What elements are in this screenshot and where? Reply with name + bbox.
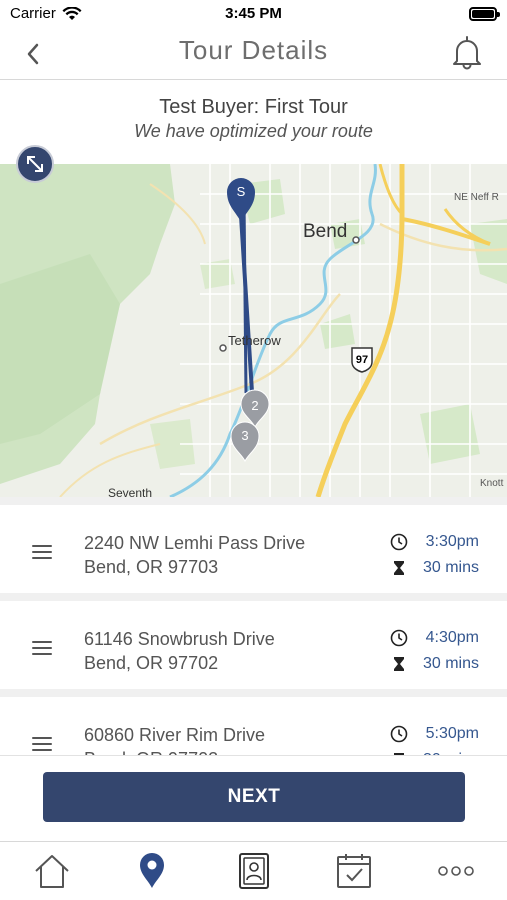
tab-contacts[interactable]	[224, 842, 284, 900]
stop-address: 60860 River Rim Drive Bend, OR 97702	[84, 723, 265, 755]
marker-start-label: S	[237, 184, 246, 199]
bell-icon	[453, 36, 481, 70]
battery-icon	[469, 7, 500, 21]
calendar-check-icon	[337, 854, 371, 888]
tour-header: Test Buyer: First Tour We have optimized…	[0, 80, 507, 164]
stop-times: 3:30pm 30 mins	[389, 529, 479, 581]
status-bar: Carrier 3:45 PM	[0, 0, 507, 28]
tab-more[interactable]	[426, 842, 486, 900]
stop-address: 2240 NW Lemhi Pass Drive Bend, OR 97703	[84, 531, 305, 579]
hourglass-icon	[389, 654, 409, 674]
stop-address-line1: 2240 NW Lemhi Pass Drive	[84, 533, 306, 553]
tab-bar	[0, 841, 507, 900]
stop-duration: 30 mins	[422, 559, 479, 576]
stops-list: 2240 NW Lemhi Pass Drive Bend, OR 97703 …	[0, 497, 507, 755]
clock-icon	[389, 724, 409, 744]
stop-time: 3:30pm	[425, 533, 479, 550]
stop-address-line2: Bend, OR 97702	[84, 747, 265, 755]
drag-handle-icon[interactable]	[32, 545, 52, 561]
stop-row[interactable]: 61146 Snowbrush Drive Bend, OR 97702 4:3…	[0, 601, 507, 689]
expand-arrows-icon	[27, 156, 43, 172]
highway-label: 97	[356, 354, 368, 366]
clock-icon	[389, 628, 409, 648]
tour-name: Test Buyer: First Tour	[159, 96, 348, 118]
more-dots-icon	[438, 866, 474, 876]
stop-address-line1: 61146 Snowbrush Drive	[84, 629, 275, 649]
route-map[interactable]: 97 Bend NE Neff R Tetherow Seventh Knott…	[0, 164, 507, 497]
footer-area: NEXT	[0, 755, 507, 841]
tab-home[interactable]	[22, 842, 82, 900]
map-pin-icon	[140, 853, 164, 888]
tab-tours[interactable]	[122, 842, 182, 900]
home-icon	[35, 855, 69, 888]
map-label-knott: Knott	[480, 478, 504, 489]
drag-handle-icon[interactable]	[32, 737, 52, 753]
stop-address-line1: 60860 River Rim Drive	[84, 725, 266, 745]
clock-icon	[389, 532, 409, 552]
status-time: 3:45 PM	[225, 5, 282, 22]
stop-time: 4:30pm	[425, 629, 479, 646]
map-label-tetherow: Tetherow	[228, 333, 281, 348]
expand-map-button[interactable]	[16, 145, 54, 183]
stop-duration: 30 mins	[423, 747, 479, 755]
stop-address-line2: Bend, OR 97703	[84, 557, 219, 577]
map-label-seventh: Seventh	[108, 486, 152, 497]
stop-address-line2: Bend, OR 97702	[84, 653, 219, 673]
notifications-button[interactable]	[449, 32, 485, 72]
stop-times: 4:30pm 30 mins	[389, 625, 479, 677]
stop-duration: 30 mins	[422, 655, 479, 672]
tab-calendar[interactable]	[324, 842, 384, 900]
stop-times: 5:30pm 30 mins	[389, 721, 479, 755]
hourglass-icon	[389, 558, 409, 578]
nav-bar: Tour Details	[0, 28, 507, 80]
map-label-bend: Bend	[303, 221, 347, 242]
drag-handle-icon[interactable]	[32, 641, 52, 657]
page-title: Tour Details	[178, 35, 329, 65]
next-button[interactable]: NEXT	[43, 772, 465, 822]
tour-subtitle: We have optimized your route	[134, 121, 373, 141]
map-canvas: 97 Bend NE Neff R Tetherow Seventh Knott…	[0, 164, 507, 497]
stop-row[interactable]: 2240 NW Lemhi Pass Drive Bend, OR 97703 …	[0, 505, 507, 593]
marker-3-label: 3	[241, 428, 248, 443]
contact-book-icon	[239, 853, 269, 889]
stop-row[interactable]: 60860 River Rim Drive Bend, OR 97702 5:3…	[0, 697, 507, 755]
marker-2-label: 2	[251, 398, 258, 413]
map-label-ne-neff: NE Neff R	[454, 192, 499, 203]
stop-time: 5:30pm	[425, 725, 479, 742]
stop-address: 61146 Snowbrush Drive Bend, OR 97702	[84, 627, 275, 675]
